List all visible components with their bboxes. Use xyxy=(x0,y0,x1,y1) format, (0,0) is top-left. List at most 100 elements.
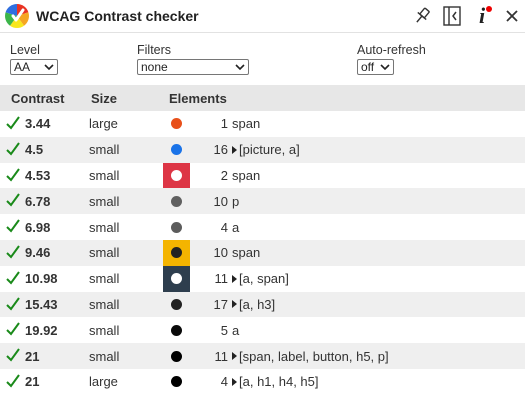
elements-cell[interactable]: 1 span xyxy=(200,116,260,131)
title-bar: WCAG Contrast checker i xyxy=(0,0,525,33)
table-row[interactable]: 10.98 small 11 [a, span] xyxy=(0,265,525,292)
foreground-dot xyxy=(171,144,182,156)
element-label: a xyxy=(232,219,240,235)
elements-cell[interactable]: 16 [picture, a] xyxy=(200,142,300,157)
contrast-ratio: 15.43 xyxy=(25,296,58,312)
expand-triangle-icon[interactable] xyxy=(232,300,237,309)
contrast-ratio: 4.53 xyxy=(25,167,51,183)
text-size: small xyxy=(89,322,120,338)
color-swatch[interactable] xyxy=(163,317,190,343)
dock-panel-icon[interactable] xyxy=(439,3,465,29)
element-label: [picture, a] xyxy=(239,142,300,158)
color-swatch[interactable] xyxy=(163,292,190,318)
elements-cell[interactable]: 11 [span, label, button, h5, p] xyxy=(200,349,389,364)
color-wheel-logo xyxy=(5,4,29,28)
color-swatch[interactable] xyxy=(163,214,190,240)
header-contrast[interactable]: Contrast xyxy=(11,91,64,106)
element-count: 10 xyxy=(213,193,228,209)
element-count: 4 xyxy=(220,374,228,390)
element-count: 16 xyxy=(213,142,228,158)
table-row[interactable]: 3.44 large 1 span xyxy=(0,111,525,137)
element-label: [span, label, button, h5, p] xyxy=(239,348,389,364)
expand-triangle-icon[interactable] xyxy=(232,274,237,283)
table-row[interactable]: 19.92 small 5 a xyxy=(0,317,525,343)
filters-select[interactable]: none xyxy=(137,59,249,75)
header-elements[interactable]: Elements xyxy=(169,91,227,106)
element-count: 10 xyxy=(213,245,228,261)
check-icon xyxy=(6,116,20,130)
controls-panel: Level AA Filters none Auto-refresh off xyxy=(0,33,525,85)
check-icon xyxy=(6,245,20,259)
element-label: span xyxy=(232,116,261,132)
check-icon xyxy=(6,193,20,207)
header-size[interactable]: Size xyxy=(91,91,117,106)
contrast-ratio: 21 xyxy=(25,374,40,390)
element-count: 4 xyxy=(220,219,228,235)
text-size: small xyxy=(89,296,120,312)
expand-triangle-icon[interactable] xyxy=(232,377,237,386)
foreground-dot xyxy=(171,221,182,233)
text-size: large xyxy=(89,374,118,390)
element-count: 5 xyxy=(220,322,228,338)
chevron-down-icon xyxy=(380,64,390,71)
check-icon xyxy=(6,219,20,233)
contrast-ratio: 19.92 xyxy=(25,322,58,338)
table-row[interactable]: 6.98 small 4 a xyxy=(0,214,525,240)
chevron-down-icon xyxy=(235,64,245,71)
element-count: 17 xyxy=(213,296,228,312)
info-icon[interactable]: i xyxy=(469,3,495,29)
text-size: small xyxy=(89,167,120,183)
text-size: small xyxy=(89,245,120,261)
color-swatch[interactable] xyxy=(163,239,190,266)
element-label: [a, span] xyxy=(239,271,289,287)
chevron-down-icon xyxy=(44,64,54,71)
color-swatch[interactable] xyxy=(163,111,190,137)
elements-cell[interactable]: 4 [a, h1, h4, h5] xyxy=(200,374,319,389)
level-select[interactable]: AA xyxy=(10,59,58,75)
element-label: a xyxy=(232,322,240,338)
elements-cell[interactable]: 4a xyxy=(200,220,239,235)
table-row[interactable]: 4.53 small 2 span xyxy=(0,162,525,189)
color-swatch[interactable] xyxy=(163,369,190,395)
elements-cell[interactable]: 2 span xyxy=(200,168,260,183)
close-icon[interactable] xyxy=(499,3,525,29)
color-swatch[interactable] xyxy=(163,137,190,163)
table-row[interactable]: 9.46 small 10 span xyxy=(0,239,525,266)
color-swatch[interactable] xyxy=(163,343,190,369)
table-row[interactable]: 6.78 small 10 p xyxy=(0,188,525,215)
elements-cell[interactable]: 17 [a, h3] xyxy=(200,296,276,312)
contrast-ratio: 10.98 xyxy=(25,271,58,287)
autorefresh-control: Auto-refresh off xyxy=(357,43,426,75)
contrast-ratio: 21 xyxy=(25,348,40,364)
table-row[interactable]: 21 small 11 [span, label, button, h5, p] xyxy=(0,343,525,369)
foreground-dot xyxy=(171,376,182,388)
element-count: 2 xyxy=(220,167,228,183)
expand-triangle-icon[interactable] xyxy=(232,145,237,154)
results-table: 3.44 large 1 span 4.5 small 16 [picture, a] 4.53… xyxy=(0,111,525,395)
contrast-ratio: 4.5 xyxy=(25,142,44,158)
text-size: large xyxy=(89,116,118,132)
elements-cell[interactable]: 10 span xyxy=(200,245,261,261)
element-label: [a, h3] xyxy=(239,296,276,312)
text-size: small xyxy=(89,348,120,364)
table-row[interactable]: 15.43 small 17 [a, h3] xyxy=(0,291,525,318)
check-icon xyxy=(6,374,20,388)
element-label: span xyxy=(232,167,261,183)
elements-cell[interactable]: 10 p xyxy=(200,193,240,209)
element-label: span xyxy=(232,245,261,261)
expand-triangle-icon[interactable] xyxy=(232,352,237,361)
autorefresh-select[interactable]: off xyxy=(357,59,394,75)
table-row[interactable]: 21 large 4 [a, h1, h4, h5] xyxy=(0,369,525,395)
color-swatch[interactable] xyxy=(163,265,190,292)
text-size: small xyxy=(89,193,120,209)
color-swatch[interactable] xyxy=(163,162,190,189)
color-swatch[interactable] xyxy=(163,188,190,214)
pin-icon[interactable] xyxy=(409,3,435,29)
table-row[interactable]: 4.5 small 16 [picture, a] xyxy=(0,136,525,163)
elements-cell[interactable]: 5a xyxy=(200,323,239,338)
foreground-dot xyxy=(171,350,182,362)
level-label: Level xyxy=(10,43,40,57)
foreground-dot xyxy=(171,247,182,259)
elements-cell[interactable]: 11 [a, span] xyxy=(200,271,289,286)
check-icon xyxy=(6,348,20,362)
